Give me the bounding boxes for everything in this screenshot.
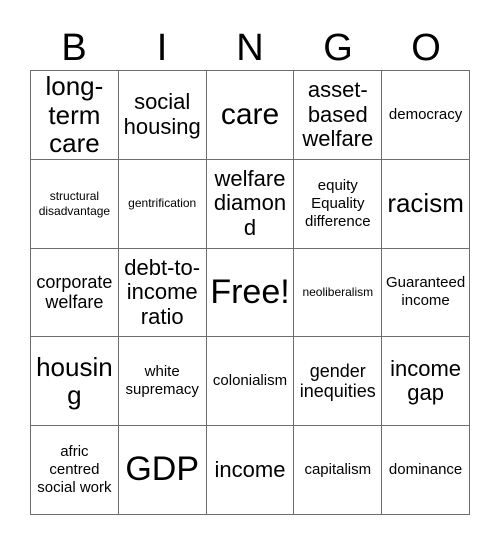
- bingo-cell[interactable]: equity Equality difference: [294, 159, 383, 249]
- bingo-cell-label: asset-based welfare: [302, 76, 374, 152]
- bingo-cell-label: racism: [387, 188, 464, 219]
- bingo-cell[interactable]: corporate welfare: [31, 248, 119, 338]
- bingo-cell-label: equity Equality difference: [304, 176, 371, 230]
- bingo-cell-free[interactable]: Free!: [206, 248, 295, 338]
- bingo-cell[interactable]: debt-to-income ratio: [118, 248, 207, 338]
- bingo-cell-label: income: [214, 456, 286, 482]
- header-letter-g: G: [323, 27, 353, 69]
- bingo-cell-label: capitalism: [304, 461, 372, 479]
- bingo-cell[interactable]: colonialism: [206, 337, 295, 427]
- bingo-cell-label: corporate welfare: [36, 271, 113, 313]
- bingo-grid: long-term care social housing care asset…: [30, 70, 470, 515]
- bingo-cell[interactable]: capitalism: [294, 426, 383, 515]
- bingo-cell[interactable]: social housing: [118, 71, 207, 160]
- bingo-cell[interactable]: Guaranteed income: [382, 248, 470, 338]
- bingo-cell[interactable]: gentrification: [118, 159, 207, 249]
- bingo-cell-label: social housing: [123, 89, 201, 139]
- bingo-cell-label: long-term care: [45, 71, 104, 159]
- header-letter-i: I: [156, 27, 168, 69]
- bingo-cell-label: welfare diamond: [213, 165, 287, 240]
- bingo-cell-label: structural disadvantage: [38, 188, 111, 218]
- bingo-cell[interactable]: gender inequities: [294, 337, 383, 427]
- bingo-cell-label: care: [220, 98, 280, 131]
- bingo-cell[interactable]: racism: [382, 159, 470, 249]
- header-letter-n: N: [236, 27, 264, 69]
- bingo-free-label: Free!: [210, 272, 290, 311]
- header-letter-b: B: [61, 27, 87, 69]
- bingo-cell[interactable]: housing: [31, 337, 119, 427]
- bingo-cell-label: housing: [36, 351, 113, 411]
- bingo-cell-label: GDP: [125, 450, 200, 489]
- bingo-cell[interactable]: white supremacy: [118, 337, 207, 427]
- bingo-cell[interactable]: long-term care: [31, 71, 119, 160]
- bingo-cell[interactable]: welfare diamond: [206, 159, 295, 249]
- bingo-card: B I N G O long-term care social housing …: [0, 0, 500, 544]
- bingo-cell-label: afric centred social work: [37, 443, 112, 497]
- bingo-cell[interactable]: care: [206, 71, 295, 160]
- bingo-header: B I N G O: [30, 18, 470, 70]
- bingo-cell[interactable]: dominance: [382, 426, 470, 515]
- bingo-cell-label: Guaranteed income: [385, 274, 466, 310]
- bingo-cell[interactable]: asset-based welfare: [294, 71, 383, 160]
- bingo-cell-label: colonialism: [212, 372, 288, 390]
- bingo-cell[interactable]: afric centred social work: [31, 426, 119, 515]
- bingo-cell-label: income gap: [390, 355, 462, 406]
- bingo-cell[interactable]: income: [206, 426, 295, 515]
- bingo-cell-label: neoliberalism: [302, 284, 374, 299]
- bingo-cell[interactable]: democracy: [382, 71, 470, 160]
- bingo-cell-label: democracy: [388, 105, 463, 123]
- bingo-cell[interactable]: structural disadvantage: [31, 159, 119, 249]
- bingo-cell-label: white supremacy: [125, 363, 199, 399]
- bingo-cell-label: gentrification: [128, 196, 197, 211]
- bingo-cell[interactable]: neoliberalism: [294, 248, 383, 338]
- bingo-cell-label: dominance: [388, 461, 463, 479]
- bingo-cell-label: gender inequities: [299, 360, 376, 402]
- bingo-cell-label: debt-to-income ratio: [124, 254, 201, 329]
- header-letter-o: O: [411, 27, 441, 69]
- bingo-cell[interactable]: income gap: [382, 337, 470, 427]
- bingo-cell[interactable]: GDP: [118, 426, 207, 515]
